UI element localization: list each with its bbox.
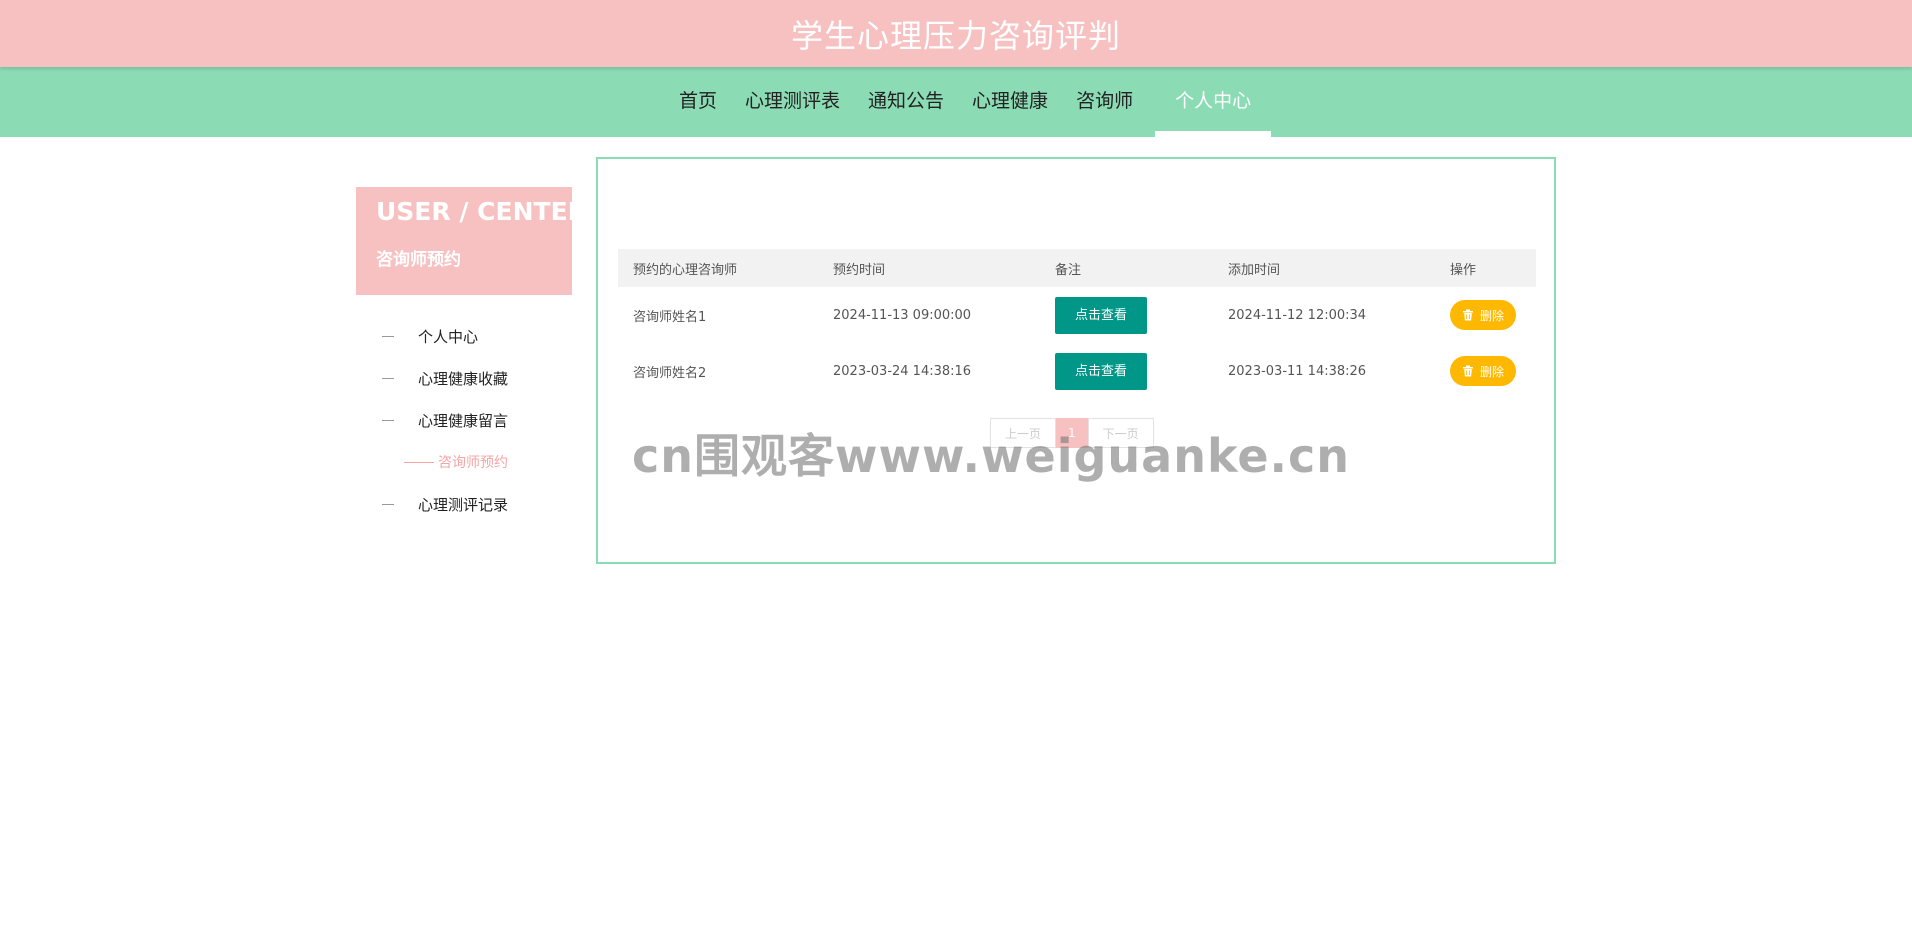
view-remark-button[interactable]: 点击查看: [1055, 296, 1147, 334]
sidebar-item-assessment-records[interactable]: 心理测评记录: [356, 483, 572, 525]
column-header-actions: 操作: [1450, 262, 1477, 278]
next-page-button[interactable]: 下一页: [1087, 418, 1154, 448]
cell-remark: 点击查看: [1040, 287, 1213, 343]
cell-appointment-time: 2024-11-13 09:00:00: [833, 307, 972, 323]
sidebar-item-label: 心理健康收藏: [418, 369, 509, 388]
prev-page-button[interactable]: 上一页: [990, 418, 1057, 448]
table-row: 咨询师姓名2 2023-03-24 14:38:16 点击查看 2023-03-…: [618, 343, 1536, 399]
nav-item-assessment[interactable]: 心理测评表: [731, 67, 854, 131]
sidebar-item-label: 心理测评记录: [418, 495, 509, 514]
content-panel: 预约的心理咨询师 预约时间 备注 添加时间 操作 咨询师姓名1 2024-11-…: [596, 157, 1556, 564]
trash-icon: [1462, 365, 1473, 377]
sidebar-item-health-favorites[interactable]: 心理健康收藏: [356, 357, 572, 399]
sidebar-banner-subtitle: 咨询师预约: [376, 250, 461, 270]
trash-icon: [1462, 309, 1473, 321]
cell-appointment-time: 2023-03-24 14:38:16: [833, 363, 972, 379]
delete-button[interactable]: 删除: [1450, 300, 1516, 330]
dash-icon: [404, 461, 434, 463]
dash-icon: [382, 377, 394, 379]
dash-icon: [382, 419, 394, 421]
sidebar-banner: USER / CENTER 咨询师预约: [356, 187, 587, 295]
sidebar-item-personal-center[interactable]: 个人中心: [356, 315, 572, 357]
dash-icon: [382, 335, 394, 337]
top-header: 学生心理压力咨询评判: [0, 0, 1912, 67]
view-remark-button[interactable]: 点击查看: [1055, 352, 1147, 390]
cell-actions: 删除: [1435, 343, 1536, 399]
pagination: 上一页 1 下一页: [990, 418, 1154, 448]
table-row: 咨询师姓名1 2024-11-13 09:00:00 点击查看 2024-11-…: [618, 287, 1536, 343]
nav-list: 首页 心理测评表 通知公告 心理健康 咨询师 个人中心: [665, 67, 1272, 137]
current-page[interactable]: 1: [1056, 418, 1088, 448]
sidebar-item-health-messages[interactable]: 心理健康留言: [356, 399, 572, 441]
cell-added-time: 2023-03-11 14:38:26: [1228, 363, 1367, 379]
cell-counselor: 咨询师姓名2: [633, 365, 707, 381]
column-header-appointment-time: 预约时间: [833, 262, 886, 278]
sidebar-item-label: 个人中心: [418, 327, 479, 346]
nav-item-counselors[interactable]: 咨询师: [1062, 67, 1147, 131]
sidebar-item-label: 心理健康留言: [418, 411, 509, 430]
nav-item-mental-health[interactable]: 心理健康: [958, 67, 1062, 131]
sidebar-menu: 个人中心 心理健康收藏 心理健康留言 咨询师预约 心理测评记录: [356, 315, 572, 525]
table-header-row: 预约的心理咨询师 预约时间 备注 添加时间 操作: [618, 249, 1536, 287]
cell-added-time: 2024-11-12 12:00:34: [1228, 307, 1367, 323]
delete-button[interactable]: 删除: [1450, 356, 1516, 386]
cell-remark: 点击查看: [1040, 343, 1213, 399]
nav-item-personal-center[interactable]: 个人中心: [1155, 67, 1272, 137]
sidebar-item-counselor-appointment[interactable]: 咨询师预约: [356, 441, 572, 483]
appointments-table: 预约的心理咨询师 预约时间 备注 添加时间 操作 咨询师姓名1 2024-11-…: [618, 249, 1536, 399]
delete-button-label: 删除: [1479, 308, 1504, 323]
column-header-added-time: 添加时间: [1228, 262, 1281, 278]
dash-icon: [382, 503, 394, 505]
column-header-counselor: 预约的心理咨询师: [633, 262, 738, 278]
main-nav: 首页 心理测评表 通知公告 心理健康 咨询师 个人中心: [0, 67, 1912, 137]
nav-item-home[interactable]: 首页: [665, 67, 731, 131]
site-title: 学生心理压力咨询评判: [790, 16, 1121, 55]
cell-actions: 删除: [1435, 287, 1536, 343]
nav-item-notices[interactable]: 通知公告: [854, 67, 958, 131]
cell-counselor: 咨询师姓名1: [633, 309, 707, 325]
sidebar-banner-title: USER / CENTER: [376, 197, 587, 226]
sidebar-item-label: 咨询师预约: [438, 455, 508, 471]
column-header-remark: 备注: [1055, 262, 1082, 278]
delete-button-label: 删除: [1479, 364, 1504, 379]
